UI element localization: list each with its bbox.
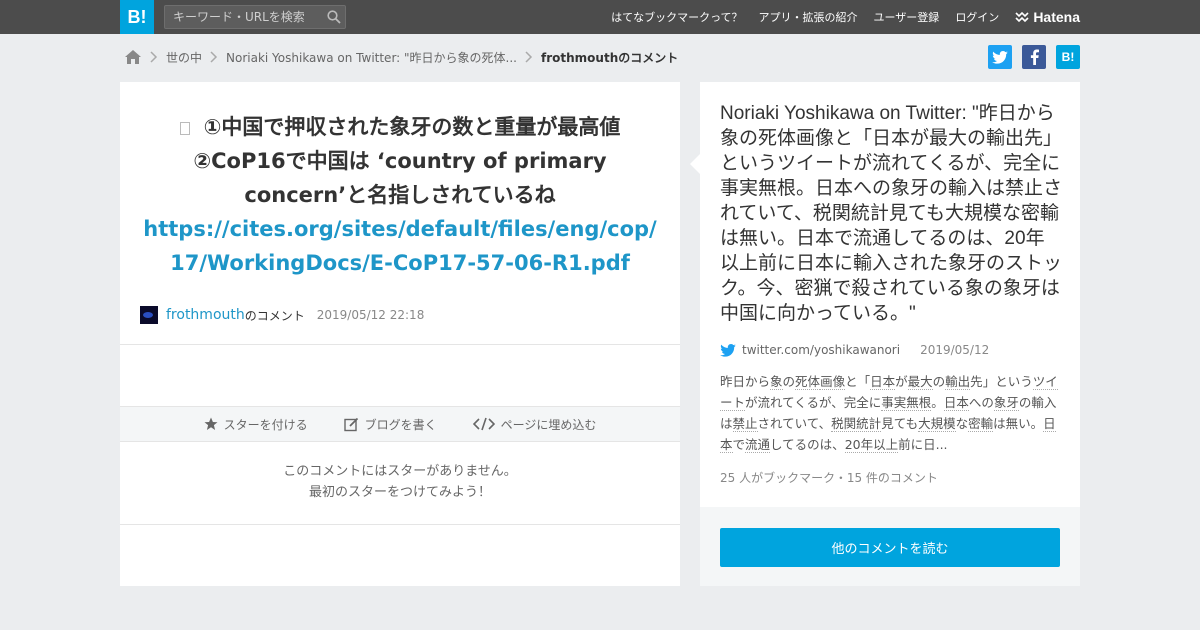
- no-star-message: このコメントにはスターがありません。 最初のスターをつけてみよう！: [120, 461, 680, 503]
- entry-footer: 他のコメントを読む: [700, 507, 1080, 586]
- comment-date: 2019/05/12 22:18: [316, 308, 425, 322]
- summary-text: が: [895, 374, 908, 389]
- embed-label: ページに埋め込む: [500, 417, 597, 432]
- breadcrumb-entry[interactable]: Noriaki Yoshikawa on Twitter: "昨日から象の死体.…: [226, 49, 517, 66]
- twitter-share-button[interactable]: [988, 45, 1012, 69]
- comment-actions: スターを付ける ブログを書く ページに埋め込む: [120, 406, 680, 442]
- search-input[interactable]: [165, 6, 323, 28]
- breadcrumb-current: frothmouthのコメント: [541, 50, 679, 65]
- breadcrumb: 世の中 Noriaki Yoshikawa on Twitter: "昨日から象…: [124, 46, 678, 68]
- summary-keyword[interactable]: 死体: [795, 374, 821, 390]
- summary-keyword[interactable]: 最大: [907, 374, 933, 390]
- top-bar: B! はてなブックマークって？ アプリ・拡張の紹介 ユーザー登録 ログイン Ha…: [0, 0, 1200, 34]
- star-icon: [204, 417, 218, 430]
- summary-keyword[interactable]: 日本: [870, 374, 896, 390]
- code-icon: [472, 417, 495, 431]
- search-icon[interactable]: [323, 6, 345, 28]
- comment-user[interactable]: frothmouth: [166, 307, 245, 323]
- summary-keyword[interactable]: 事実無根: [881, 395, 932, 411]
- no-star-line-2: 最初のスターをつけてみよう！: [308, 485, 491, 500]
- chevron-right-icon: [525, 51, 533, 63]
- entry-source-domain[interactable]: twitter.com/yoshikawanori: [742, 343, 900, 357]
- hatena-bookmark-share-button[interactable]: B!: [1056, 45, 1080, 69]
- missing-glyph-icon: [179, 122, 190, 135]
- entry-date: 2019/05/12: [920, 343, 990, 357]
- avatar[interactable]: [140, 306, 158, 324]
- summary-keyword[interactable]: 20年以上: [844, 437, 899, 453]
- summary-keyword[interactable]: 輸出: [945, 374, 971, 390]
- divider: [120, 524, 680, 525]
- hatena-mark-icon: [1015, 11, 1029, 23]
- entry-title[interactable]: Noriaki Yoshikawa on Twitter: "昨日から象の死体画…: [720, 101, 1062, 326]
- summary-text: してるのは、: [770, 437, 845, 452]
- twitter-icon: [992, 50, 1008, 64]
- share-buttons: B!: [988, 45, 1080, 69]
- no-star-line-1: このコメントにはスターがありません。: [283, 464, 517, 479]
- comment-link[interactable]: https://cites.org/sites/default/files/en…: [143, 217, 656, 275]
- read-other-comments-button[interactable]: 他のコメントを読む: [720, 528, 1060, 567]
- embed-button[interactable]: ページに埋め込む: [472, 416, 597, 433]
- nav-login[interactable]: ログイン: [955, 9, 999, 25]
- nav-register[interactable]: ユーザー登録: [874, 9, 940, 25]
- summary-keyword[interactable]: 日本: [943, 395, 969, 411]
- summary-keyword[interactable]: 流通: [745, 437, 771, 453]
- entry-stats[interactable]: 25 人がブックマーク・15 件のコメント: [720, 469, 938, 486]
- breadcrumb-category[interactable]: 世の中: [166, 49, 202, 66]
- chevron-right-icon: [150, 51, 158, 63]
- nav-apps[interactable]: アプリ・拡張の紹介: [759, 9, 858, 25]
- summary-text: の: [782, 374, 796, 389]
- top-nav: はてなブックマークって？ アプリ・拡張の紹介 ユーザー登録 ログイン Haten…: [595, 0, 1080, 34]
- search-box: [164, 5, 346, 29]
- hatena-bookmark-logo[interactable]: B!: [120, 0, 154, 34]
- facebook-icon: [1030, 49, 1039, 65]
- edit-icon: [343, 417, 358, 431]
- summary-keyword[interactable]: 画像: [820, 374, 846, 390]
- comment-line-1: ①中国で押収された象牙の数と重量が最高値: [203, 115, 621, 139]
- summary-text: と「: [845, 374, 871, 389]
- entry-summary: 昨日から象の死体画像と「日本が最大の輸出先」というツイートが流れてくるが、完全に…: [720, 371, 1060, 455]
- comment-panel: ①中国で押収された象牙の数と重量が最高値 ②CoP16で中国は ‘country…: [120, 82, 680, 586]
- chevron-right-icon: [210, 51, 218, 63]
- summary-text: は無い。: [993, 416, 1044, 431]
- nav-about[interactable]: はてなブックマークって？: [611, 9, 742, 25]
- divider: [120, 344, 680, 345]
- summary-keyword[interactable]: 大規模: [918, 416, 956, 432]
- summary-text: で: [732, 437, 746, 452]
- add-star-label: スターを付ける: [223, 417, 308, 432]
- summary-keyword[interactable]: 象牙: [993, 395, 1019, 411]
- comment-line-2: ②CoP16で中国は ‘country of primary concern’と…: [193, 149, 607, 207]
- summary-text: 」という: [982, 374, 1033, 389]
- comment-body: ①中国で押収された象牙の数と重量が最高値 ②CoP16で中国は ‘country…: [140, 110, 660, 280]
- summary-text: 。: [931, 395, 944, 410]
- hatena-brand[interactable]: Hatena: [1015, 9, 1080, 25]
- entry-source: twitter.com/yoshikawanori 2019/05/12: [720, 341, 989, 359]
- summary-text: が流れてくるが、完全に: [745, 395, 882, 410]
- summary-keyword[interactable]: 象: [770, 374, 783, 390]
- add-star-button[interactable]: スターを付ける: [204, 416, 308, 433]
- home-icon[interactable]: [124, 49, 142, 65]
- write-blog-button[interactable]: ブログを書く: [343, 416, 437, 433]
- summary-keyword[interactable]: 禁止: [732, 416, 758, 432]
- summary-text: の: [932, 374, 946, 389]
- summary-keyword[interactable]: 税関統計: [831, 416, 882, 432]
- summary-text: 見ても: [881, 416, 919, 431]
- hatena-brand-label: Hatena: [1033, 9, 1080, 25]
- summary-text: への: [968, 395, 994, 410]
- twitter-icon: [720, 343, 736, 357]
- comment-user-suffix: のコメント: [244, 308, 305, 323]
- entry-panel: Noriaki Yoshikawa on Twitter: "昨日から象の死体画…: [690, 82, 1080, 586]
- facebook-share-button[interactable]: [1022, 45, 1046, 69]
- summary-text: 前に日...: [898, 437, 948, 452]
- summary-text: 昨日から: [720, 374, 771, 389]
- summary-text: されていて、: [757, 416, 832, 431]
- summary-text: な: [955, 416, 969, 431]
- write-blog-label: ブログを書く: [364, 417, 437, 432]
- comment-meta: frothmouth のコメント 2019/05/12 22:18: [140, 305, 424, 325]
- summary-keyword[interactable]: 密輸: [968, 416, 994, 432]
- summary-text: 先: [970, 374, 983, 389]
